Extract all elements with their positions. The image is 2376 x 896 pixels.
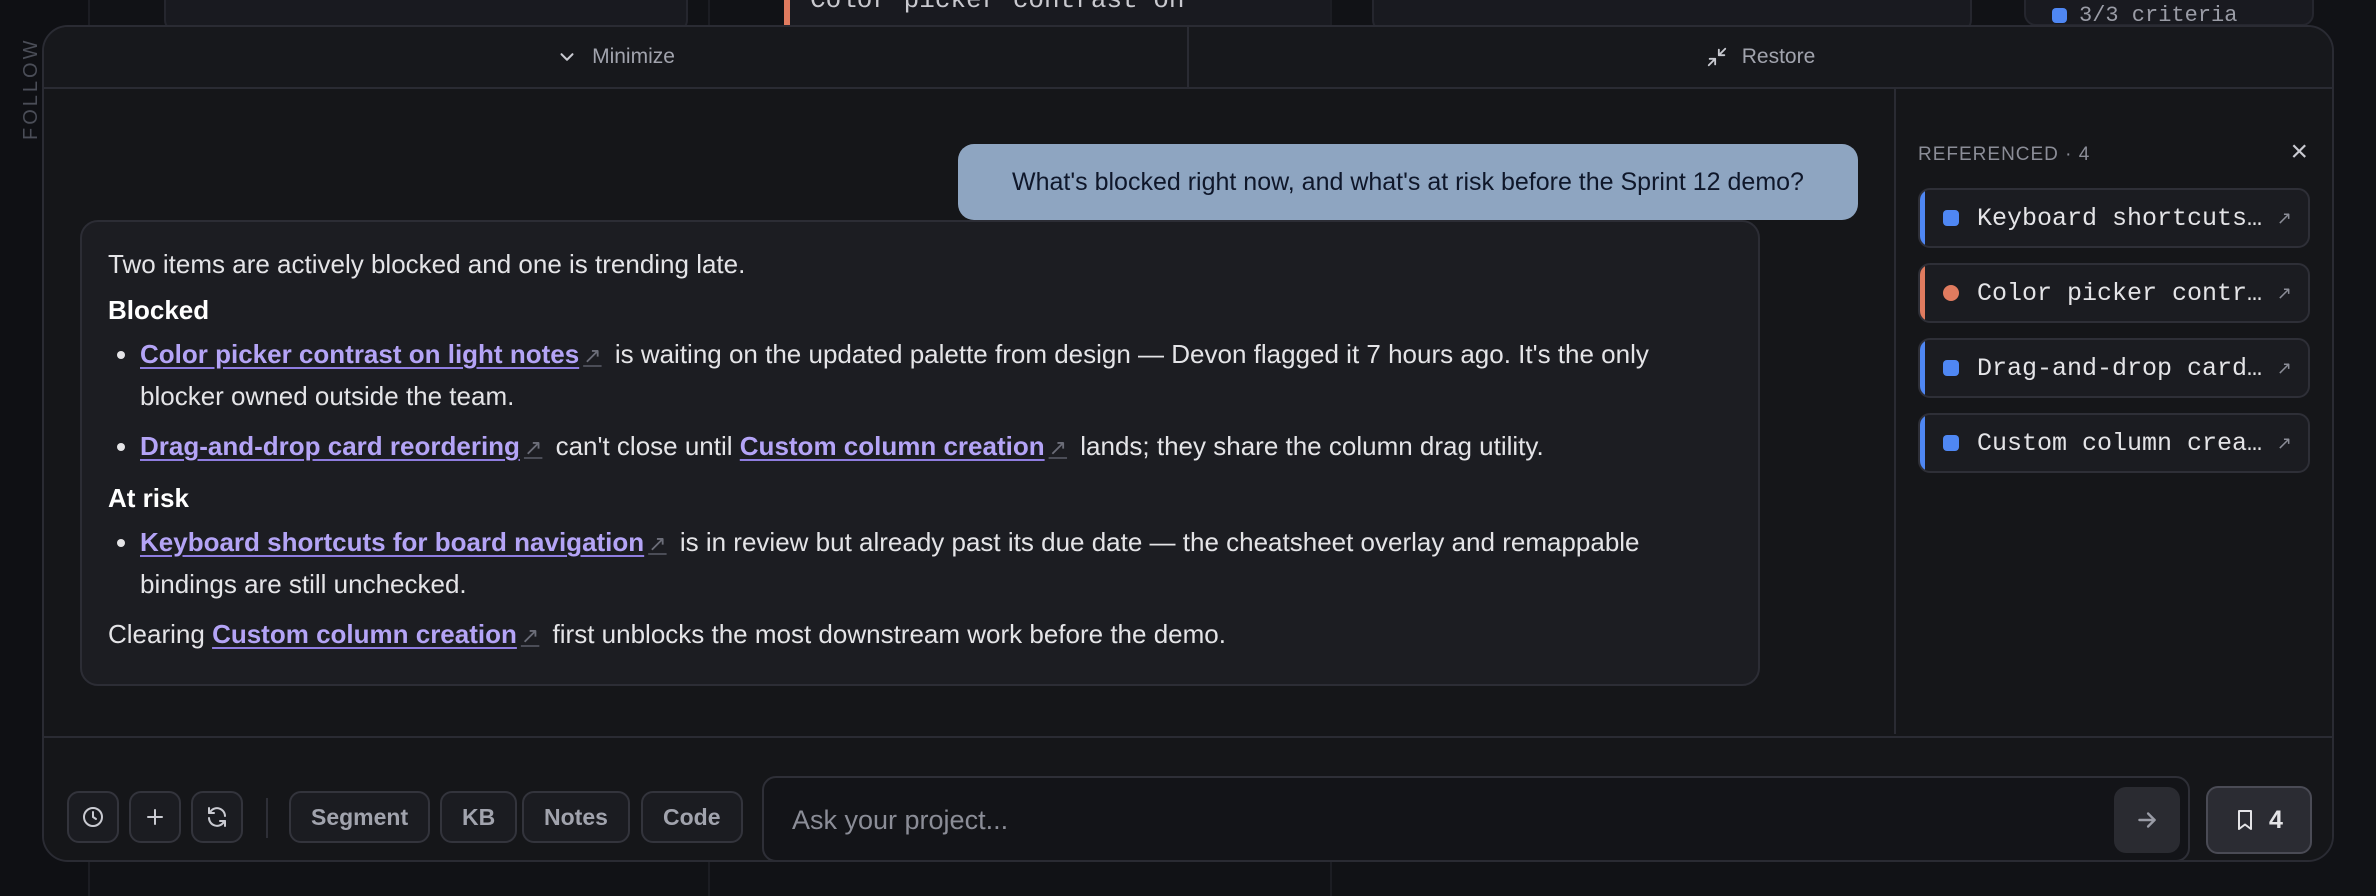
chip-kb[interactable]: KB <box>440 791 518 843</box>
referenced-item[interactable]: Keyboard shortcuts for board navigation … <box>1918 188 2310 248</box>
add-button[interactable] <box>129 791 181 843</box>
status-bar <box>1920 415 1925 471</box>
external-link-icon[interactable]: ↗ <box>1049 428 1067 468</box>
at-risk-heading: At risk <box>108 483 189 513</box>
referenced-item-title: Drag-and-drop card reordering <box>1977 353 2263 383</box>
status-dot <box>1943 435 1959 451</box>
answer-intro: Two items are actively blocked and one i… <box>108 249 746 279</box>
at-risk-list: Keyboard shortcuts for board navigation↗… <box>108 522 1732 604</box>
list-item: Color picker contrast on light notes↗ is… <box>140 334 1732 416</box>
bookmark-icon <box>2238 810 2253 830</box>
external-link-icon[interactable]: ↗ <box>648 524 666 564</box>
send-button[interactable] <box>2114 787 2180 853</box>
chip-notes[interactable]: Notes <box>522 791 630 843</box>
status-bar <box>1920 265 1925 321</box>
history-button[interactable] <box>67 791 119 843</box>
list-item: Drag-and-drop card reordering↗ can't clo… <box>140 426 1732 468</box>
blocked-list: Color picker contrast on light notes↗ is… <box>108 334 1732 468</box>
background-card-text: Color picker contrast on <box>810 0 1185 15</box>
reference-link[interactable]: Custom column creation <box>212 619 517 649</box>
external-link-icon[interactable]: ↗ <box>521 616 539 656</box>
referenced-item[interactable]: Color picker contrast on light notes ↗ <box>1918 263 2310 323</box>
answer-closing: Clearing Custom column creation ↗ first u… <box>108 614 1732 656</box>
saved-references-button[interactable]: 4 <box>2206 786 2312 854</box>
status-dot <box>1943 210 1959 226</box>
restore-button[interactable]: Restore <box>1187 27 2332 87</box>
open-icon[interactable]: ↗ <box>2277 358 2292 379</box>
status-bar <box>1920 340 1925 396</box>
status-dot <box>1943 285 1959 301</box>
minimize-button[interactable]: Minimize <box>44 27 1187 87</box>
open-icon[interactable]: ↗ <box>2277 208 2292 229</box>
closing-prefix: Clearing <box>108 619 213 649</box>
user-message: What's blocked right now, and what's at … <box>958 144 1858 220</box>
blocked-heading: Blocked <box>108 295 210 325</box>
assistant-answer: Two items are actively blocked and one i… <box>80 220 1760 686</box>
criteria-text: 3/3 criteria <box>2079 2 2238 28</box>
ask-input[interactable] <box>790 796 2074 844</box>
conversation-area: What's blocked right now, and what's at … <box>44 89 1894 734</box>
open-icon[interactable]: ↗ <box>2277 283 2292 304</box>
background-criteria: 3/3 criteria <box>2024 0 2314 28</box>
referenced-header: REFERENCED · 4 <box>1918 144 2091 165</box>
panel-topbar: Minimize Restore <box>44 27 2332 89</box>
referenced-item[interactable]: Drag-and-drop card reordering ↗ <box>1918 338 2310 398</box>
external-link-icon[interactable]: ↗ <box>524 428 542 468</box>
chip-segment[interactable]: Segment <box>289 791 431 843</box>
refresh-button[interactable] <box>191 791 243 843</box>
reference-link[interactable]: Keyboard shortcuts for board navigation <box>140 527 644 557</box>
toolbar-divider <box>266 798 268 838</box>
open-icon[interactable]: ↗ <box>2277 433 2292 454</box>
chip-code[interactable]: Code <box>641 791 743 843</box>
list-item: Keyboard shortcuts for board navigation↗… <box>140 522 1732 604</box>
status-bar <box>1920 190 1925 246</box>
refresh-icon <box>208 807 226 827</box>
status-dot <box>1943 360 1959 376</box>
restore-label: Restore <box>1741 45 1816 68</box>
saved-count: 4 <box>2269 805 2283 834</box>
plus-icon <box>147 809 163 825</box>
closing-suffix: first unblocks the most downstream work … <box>545 619 1226 649</box>
ask-field <box>762 776 2190 860</box>
external-link-icon[interactable]: ↗ <box>583 336 601 376</box>
referenced-item-title: Custom column creation <box>1977 428 2263 458</box>
referenced-item-title: Keyboard shortcuts for board navigation <box>1977 203 2263 233</box>
referenced-panel: REFERENCED · 4 × Keyboard shortcuts for … <box>1894 89 2332 734</box>
history-icon <box>83 807 103 827</box>
reference-link[interactable]: Color picker contrast on light notes <box>140 339 579 369</box>
arrow-right-icon <box>2138 812 2156 828</box>
reference-link[interactable]: Custom column creation <box>740 431 1045 461</box>
chevron-down-icon <box>560 53 574 61</box>
list-item-text: lands; they share the column drag utilit… <box>1073 431 1544 461</box>
close-icon[interactable]: × <box>2290 135 2308 169</box>
minimize-label: Minimize <box>592 45 675 68</box>
referenced-item-title: Color picker contrast on light notes <box>1977 278 2263 308</box>
composer-bar: Segment KB Notes Code 4 <box>44 736 2332 860</box>
list-item-text: can't close until <box>548 431 740 461</box>
referenced-item[interactable]: Custom column creation ↗ <box>1918 413 2310 473</box>
restore-icon <box>1707 47 1726 67</box>
reference-link[interactable]: Drag-and-drop card reordering <box>140 431 520 461</box>
assistant-panel: Minimize Restore What's blocked right no… <box>42 25 2334 862</box>
status-dot <box>2052 7 2067 23</box>
